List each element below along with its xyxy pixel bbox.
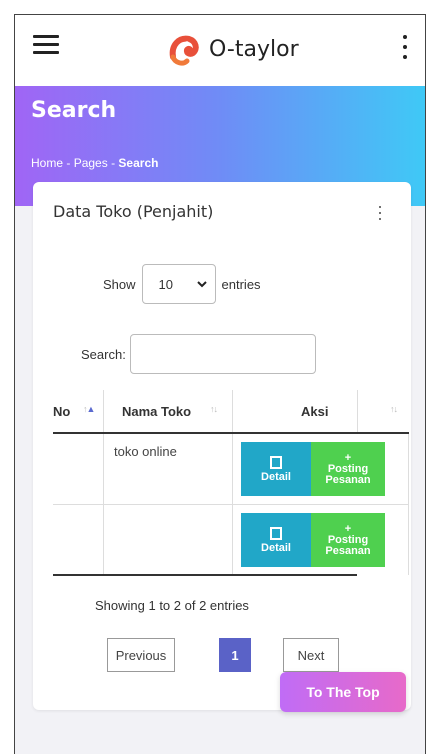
document-icon [270, 455, 282, 469]
column-header-aksi[interactable]: Aksi [232, 390, 358, 434]
chevron-down-icon [196, 281, 207, 288]
page-1-button[interactable]: 1 [219, 638, 251, 672]
page-title: Search [31, 98, 117, 123]
cell-nama-toko: toko online [103, 432, 233, 505]
table-footer-border [53, 574, 357, 576]
entries-label: entries [221, 276, 261, 292]
breadcrumb-current: Search [118, 156, 159, 170]
breadcrumb-home[interactable]: Home [31, 156, 63, 170]
previous-button[interactable]: Previous [107, 638, 175, 672]
cell-aksi: Detail + Posting Pesanan [232, 432, 409, 505]
sort-icon: ↑↓ [210, 404, 218, 414]
app-title: O-taylor [209, 36, 299, 62]
table-info: Showing 1 to 2 of 2 entries [95, 598, 249, 613]
entries-length-control: Show 10 entries [103, 264, 261, 304]
document-icon [270, 526, 282, 540]
sort-asc-icon: ↑▲ [83, 404, 95, 414]
cell-no [53, 504, 104, 575]
next-button[interactable]: Next [283, 638, 339, 672]
column-header-extra[interactable]: ↑↓ [357, 390, 408, 434]
breadcrumb-separator: - [66, 156, 71, 170]
app-logo[interactable]: O-taylor [165, 31, 299, 67]
search-input[interactable] [129, 334, 316, 374]
entries-select[interactable]: 10 [141, 264, 216, 304]
detail-button[interactable]: Detail [241, 513, 311, 567]
card-title: Data Toko (Penjahit) [53, 202, 214, 221]
posting-pesanan-button[interactable]: + Posting Pesanan [311, 513, 385, 567]
search-label: Search: [81, 346, 126, 362]
column-header-nama-toko[interactable]: Nama Toko ↑↓ [103, 390, 233, 434]
cell-nama-toko [103, 504, 233, 575]
breadcrumb: Home - Pages - Search [31, 156, 158, 170]
table-row: toko online Detail + Posting Pesanan [53, 432, 409, 505]
hamburger-icon[interactable] [33, 35, 59, 57]
table-row: Detail + Posting Pesanan [53, 504, 409, 575]
data-toko-card: Data Toko (Penjahit) Show 10 entries Sea… [33, 182, 411, 710]
breadcrumb-pages[interactable]: Pages [74, 156, 108, 170]
plus-icon: + [344, 451, 352, 464]
column-header-no[interactable]: No ↑▲ [53, 390, 104, 434]
table-search: Search: [81, 334, 316, 374]
top-navbar: O-taylor [15, 14, 425, 87]
sort-icon: ↑↓ [390, 404, 398, 414]
kebab-menu-icon[interactable] [401, 35, 409, 59]
chameleon-logo-icon [169, 35, 199, 66]
cell-aksi: Detail + Posting Pesanan [232, 504, 409, 575]
breadcrumb-separator: - [111, 156, 116, 170]
data-table: No ↑▲ Nama Toko ↑↓ Aksi ↑↓ toko online D… [53, 390, 409, 575]
plus-icon: + [344, 522, 352, 535]
cell-no [53, 432, 104, 505]
entries-select-value: 10 [158, 276, 173, 292]
pagination: Previous 1 Next [107, 638, 339, 672]
card-kebab-icon[interactable] [379, 206, 383, 220]
posting-pesanan-button[interactable]: + Posting Pesanan [311, 442, 385, 496]
detail-button[interactable]: Detail [241, 442, 311, 496]
app-frame: O-taylor Search Home - Pages - Search Da… [14, 14, 426, 754]
show-label: Show [103, 276, 136, 292]
to-the-top-button[interactable]: To The Top [280, 672, 406, 712]
